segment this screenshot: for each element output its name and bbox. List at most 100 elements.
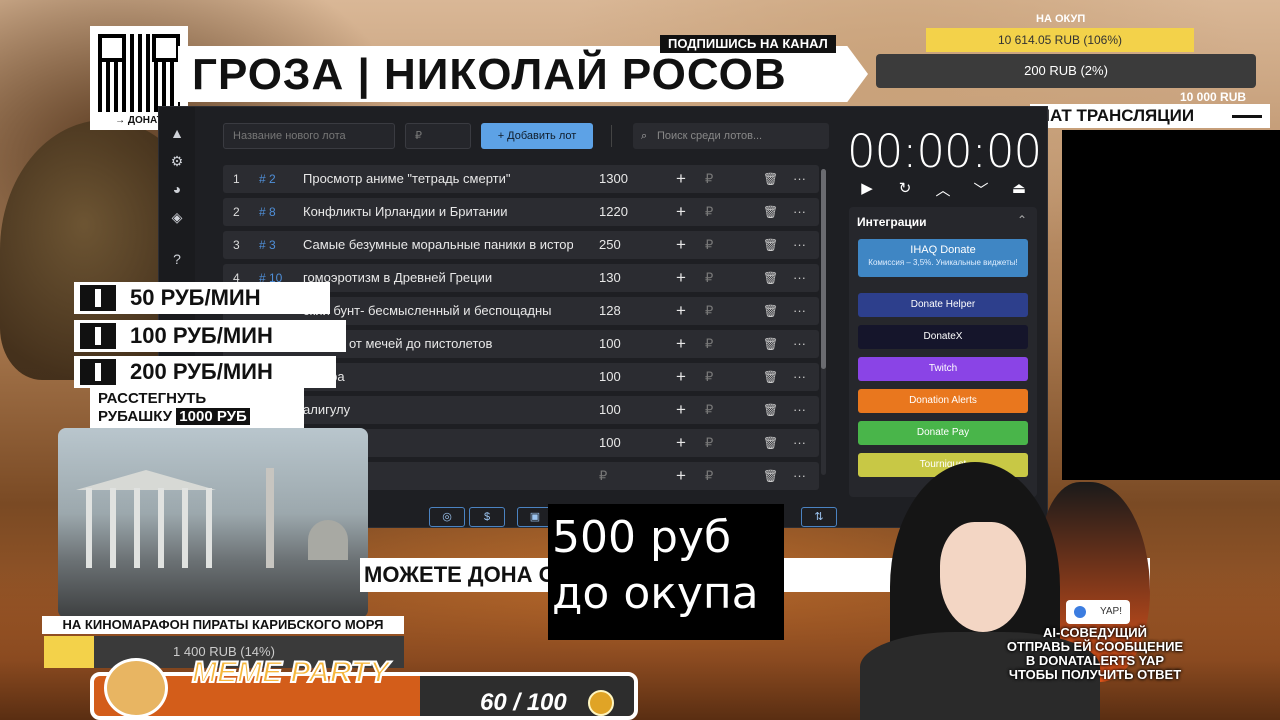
reset-icon[interactable]: ↻ (895, 179, 915, 197)
trash-icon[interactable]: 🗑 (763, 396, 777, 424)
rub-input[interactable]: ₽ (705, 297, 717, 325)
twitch-button[interactable]: Twitch (858, 357, 1028, 381)
more-icon[interactable]: ··· (793, 396, 809, 424)
lot-name[interactable]: гомоэротизм в Древней Греции (303, 264, 573, 292)
more-icon[interactable]: ··· (793, 264, 809, 292)
lot-amount: 250 (599, 237, 621, 252)
trash-icon[interactable]: 🗑 (763, 264, 777, 292)
coin-icon (588, 690, 614, 716)
donate-helper-button[interactable]: Donate Helper (858, 293, 1028, 317)
meme-party: MEME PARTY (84, 646, 414, 720)
new-lot-input[interactable]: Название нового лота (223, 123, 395, 149)
column (182, 488, 188, 568)
rub-input[interactable]: ₽ (705, 429, 717, 457)
meme-count: 60 / 100 (480, 689, 567, 716)
trash-icon[interactable]: 🗑 (763, 297, 777, 325)
tier-1-icon (80, 285, 116, 311)
trash-icon[interactable]: 🗑 (763, 429, 777, 457)
lot-name[interactable]: опатра (303, 363, 573, 391)
rub-input[interactable]: ₽ (705, 165, 717, 193)
lot-amount: 100 (599, 435, 621, 450)
more-icon[interactable]: ··· (793, 297, 809, 325)
donation-alerts-button[interactable]: Donation Alerts (858, 389, 1028, 413)
more-icon[interactable]: ··· (793, 198, 809, 226)
tier-2-icon (80, 323, 116, 349)
lot-row[interactable]: 1 # 2 Просмотр аниме "тетрадь смерти" 13… (223, 165, 819, 193)
lot-name[interactable]: алигулу (303, 396, 573, 424)
rub-input[interactable]: ₽ (705, 264, 717, 292)
meme-party-title: MEME PARTY (191, 655, 390, 690)
rub-input[interactable]: ₽ (705, 330, 717, 358)
add-amount-icon[interactable]: + (676, 297, 690, 325)
lot-amount: 100 (599, 402, 621, 417)
lot-amount: 100 (599, 336, 621, 351)
add-amount-icon[interactable]: + (676, 330, 690, 358)
lot-amount[interactable]: ₽ (599, 462, 659, 490)
lot-name[interactable]: Самые безумные моральные паники в истор (303, 231, 573, 259)
add-lot-button[interactable]: + Добавить лот (481, 123, 593, 149)
lot-list-scrollbar[interactable] (821, 169, 826, 475)
add-amount-icon[interactable]: + (676, 165, 690, 193)
shirt-line2: РУБАШКУ (98, 408, 173, 425)
lot-name[interactable]: Конфликты Ирландии и Британии (303, 198, 573, 226)
rub-input[interactable]: ₽ (705, 231, 717, 259)
add-amount-icon[interactable]: + (676, 429, 690, 457)
add-amount-icon[interactable]: + (676, 198, 690, 226)
gear-icon[interactable]: ⚙ (169, 153, 185, 169)
more-icon[interactable]: ··· (793, 330, 809, 358)
lot-search-input[interactable]: ⌕ Поиск среди лотов... (633, 123, 829, 149)
tier-2: 100 РУБ/МИН (74, 320, 346, 352)
lot-tag: # 3 (259, 238, 276, 252)
lot-amount-input[interactable]: ₽ (405, 123, 471, 149)
doge-icon (104, 658, 168, 718)
chevron-up-icon[interactable]: ⌃ (1017, 213, 1027, 227)
layers-icon[interactable]: ◈ (169, 209, 185, 225)
rub-input[interactable]: ₽ (705, 396, 717, 424)
chevron-up-icon[interactable]: ︿ (933, 179, 953, 200)
subscribe-badge: ПОДПИШИСЬ НА КАНАЛ (660, 35, 836, 53)
trash-icon[interactable]: 🗑 (763, 330, 777, 358)
more-icon[interactable]: ··· (793, 462, 809, 490)
ai-line2: ОТПРАВЬ ЕЙ СООБЩЕНИЕ (1006, 639, 1184, 654)
trash-icon[interactable]: 🗑 (763, 363, 777, 391)
ihaq-donate-button[interactable]: IHAQ Donate Комиссия – 3,5%. Уникальные … (858, 239, 1028, 277)
column (134, 488, 140, 568)
tier-1: 50 РУБ/МИН (74, 282, 330, 314)
lot-row[interactable]: алигулу 100 + ₽ 🗑 ··· (223, 396, 819, 424)
add-amount-icon[interactable]: + (676, 363, 690, 391)
trash-icon[interactable]: 🗑 (763, 462, 777, 490)
dollar-icon[interactable]: $ (469, 507, 505, 527)
more-icon[interactable]: ··· (793, 231, 809, 259)
trash-icon[interactable]: 🗑 (763, 165, 777, 193)
github-icon[interactable]: ◎ (429, 507, 465, 527)
more-icon[interactable]: ··· (793, 363, 809, 391)
home-icon[interactable]: ▲ (169, 125, 185, 141)
add-amount-icon[interactable]: + (676, 396, 690, 424)
shirt-line1: РАССТЕГНУТЬ (98, 390, 207, 407)
chat-area (1062, 130, 1280, 480)
lot-row[interactable]: 3 # 3 Самые безумные моральные паники в … (223, 231, 819, 259)
trash-icon[interactable]: 🗑 (763, 198, 777, 226)
donatex-button[interactable]: DonateX (858, 325, 1028, 349)
trash-icon[interactable]: 🗑 (763, 231, 777, 259)
add-amount-icon[interactable]: + (676, 462, 690, 490)
lot-row[interactable]: 2 # 8 Конфликты Ирландии и Британии 1220… (223, 198, 819, 226)
pie-chart-icon[interactable]: ◕ (169, 181, 185, 197)
rub-input[interactable]: ₽ (705, 198, 717, 226)
rub-input[interactable]: ₽ (705, 363, 717, 391)
goal-bar-okup: 10 614.05 RUB (106%) (926, 28, 1194, 52)
help-icon[interactable]: ? (169, 251, 185, 267)
lot-name[interactable]: Просмотр аниме "тетрадь смерти" (303, 165, 573, 193)
add-amount-icon[interactable]: + (676, 231, 690, 259)
lot-amount: 100 (599, 369, 621, 384)
goal-bar-second: 200 RUB (2%) (876, 54, 1256, 88)
eject-icon[interactable]: ⏏ (1009, 179, 1029, 197)
add-amount-icon[interactable]: + (676, 264, 690, 292)
play-icon[interactable]: ▶ (857, 179, 877, 197)
goal-max-value: 10 000 RUB (1180, 90, 1247, 104)
chevron-down-icon[interactable]: ﹀ (971, 179, 991, 200)
more-icon[interactable]: ··· (793, 165, 809, 193)
more-icon[interactable]: ··· (793, 429, 809, 457)
rub-input[interactable]: ₽ (705, 462, 717, 490)
donate-pay-button[interactable]: Donate Pay (858, 421, 1028, 445)
